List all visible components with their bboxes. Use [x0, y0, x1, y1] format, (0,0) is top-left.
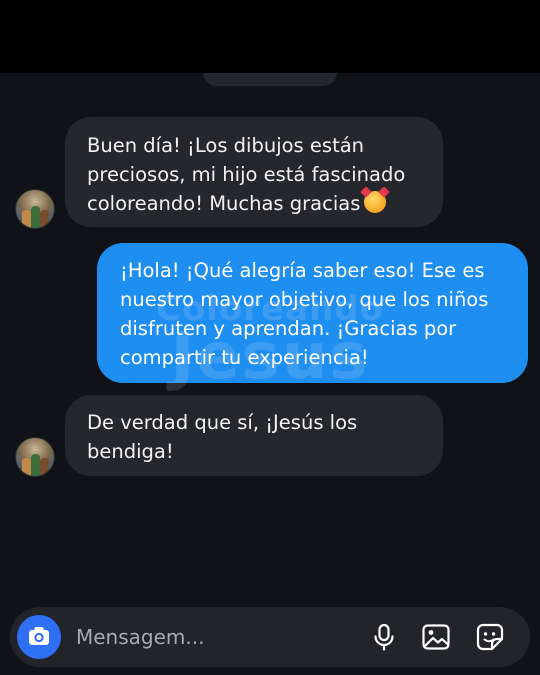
avatar[interactable]	[15, 437, 55, 477]
message-line: nuestro mayor objetivo, que los niños	[120, 288, 489, 311]
message-line: ¡Hola! ¡Qué alegría saber eso! Ese es	[120, 259, 485, 282]
previous-message-bubble[interactable]	[203, 52, 337, 86]
camera-icon	[29, 627, 49, 645]
message-line: coloreando! Muchas gracias	[87, 192, 361, 215]
message-line: De verdad que sí, ¡Jesús los	[87, 411, 358, 434]
message-line: disfruten y aprendan. ¡Gracias por	[120, 317, 457, 340]
camera-button[interactable]	[17, 615, 61, 659]
message-line: bendiga!	[87, 440, 174, 463]
outgoing-message-bubble[interactable]: ¡Hola! ¡Qué alegría saber eso! Ese es nu…	[97, 243, 528, 383]
message-line: preciosos, mi hijo está fascinado	[87, 163, 406, 186]
message-line: compartir tu experiencia!	[120, 346, 369, 369]
incoming-message-bubble[interactable]: De verdad que sí, ¡Jesús los bendiga!	[65, 395, 443, 476]
sticker-icon	[476, 623, 504, 651]
microphone-icon	[374, 623, 394, 651]
message-composer	[10, 607, 530, 667]
gallery-button[interactable]	[420, 621, 452, 653]
sticker-button[interactable]	[474, 621, 506, 653]
incoming-message-bubble[interactable]: Buen día! ¡Los dibujos están preciosos, …	[65, 117, 443, 227]
message-input[interactable]	[76, 621, 356, 653]
image-icon	[422, 624, 450, 650]
smiling-face-with-hearts-icon	[364, 191, 387, 213]
chat-screen: Buen día! ¡Los dibujos están preciosos, …	[0, 0, 540, 675]
avatar[interactable]	[15, 189, 55, 229]
microphone-button[interactable]	[368, 621, 400, 653]
message-line: Buen día! ¡Los dibujos están	[87, 134, 365, 157]
